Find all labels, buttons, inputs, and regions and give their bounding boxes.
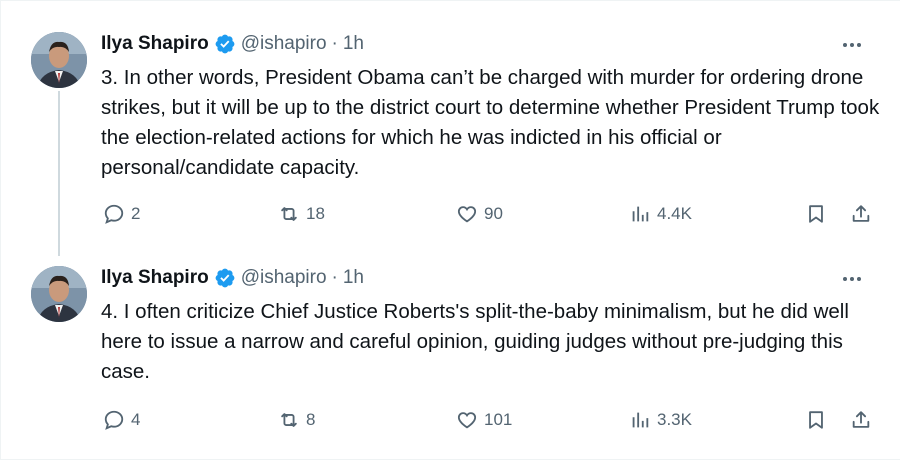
timestamp[interactable]: 1h bbox=[343, 267, 364, 289]
views-button[interactable]: 3.3K bbox=[629, 405, 692, 435]
separator-dot: · bbox=[331, 267, 338, 288]
action-bar: 2 18 90 4.4K bbox=[1, 199, 900, 229]
more-options-icon[interactable] bbox=[841, 268, 863, 290]
views-icon bbox=[632, 206, 649, 222]
bookmark-icon bbox=[809, 205, 823, 223]
like-button[interactable]: 90 bbox=[456, 199, 503, 229]
like-count: 90 bbox=[484, 204, 503, 223]
like-count: 101 bbox=[484, 410, 513, 429]
verified-badge-icon bbox=[214, 33, 236, 55]
avatar[interactable] bbox=[31, 32, 87, 88]
reply-count: 2 bbox=[131, 204, 141, 223]
reply-icon bbox=[104, 410, 124, 430]
tweet-text: 4. I often criticize Chief Justice Rober… bbox=[101, 300, 849, 383]
bookmark-icon bbox=[809, 411, 823, 429]
share-button[interactable] bbox=[850, 405, 872, 435]
repost-count: 8 bbox=[306, 410, 316, 429]
separator-dot: · bbox=[331, 33, 338, 54]
verified-badge-icon bbox=[214, 267, 236, 289]
author-handle[interactable]: @ishapiro bbox=[241, 33, 327, 55]
bookmark-button[interactable] bbox=[805, 405, 827, 435]
reply-button[interactable]: 2 bbox=[103, 199, 140, 229]
author-name[interactable]: Ilya Shapiro bbox=[101, 267, 209, 289]
tweet-header: Ilya Shapiro @ishapiro · 1h bbox=[101, 30, 364, 58]
views-button[interactable]: 4.4K bbox=[629, 199, 692, 229]
share-icon bbox=[852, 205, 870, 222]
author-handle[interactable]: @ishapiro bbox=[241, 267, 327, 289]
views-icon bbox=[632, 412, 649, 428]
reply-icon bbox=[104, 204, 124, 224]
tweet[interactable]: Ilya Shapiro @ishapiro · 1h 4. I often c… bbox=[1, 239, 900, 461]
tweet-header: Ilya Shapiro @ishapiro · 1h bbox=[101, 264, 364, 292]
share-icon bbox=[852, 411, 870, 428]
like-button[interactable]: 101 bbox=[456, 405, 512, 435]
author-name[interactable]: Ilya Shapiro bbox=[101, 33, 209, 55]
like-icon bbox=[457, 412, 477, 429]
tweet[interactable]: Ilya Shapiro @ishapiro · 1h 3. In other … bbox=[1, 1, 900, 239]
views-count: 3.3K bbox=[657, 410, 692, 429]
thread-container: Ilya Shapiro @ishapiro · 1h 3. In other … bbox=[0, 0, 900, 460]
repost-icon bbox=[281, 207, 297, 221]
reply-button[interactable]: 4 bbox=[103, 405, 140, 435]
repost-button[interactable]: 18 bbox=[278, 199, 325, 229]
more-options-icon[interactable] bbox=[841, 34, 863, 56]
tweet-text: 3. In other words, President Obama can’t… bbox=[101, 66, 880, 179]
like-icon bbox=[457, 206, 477, 223]
timestamp[interactable]: 1h bbox=[343, 33, 364, 55]
reply-count: 4 bbox=[131, 410, 141, 429]
repost-icon bbox=[281, 413, 297, 427]
avatar[interactable] bbox=[31, 266, 87, 322]
repost-button[interactable]: 8 bbox=[278, 405, 315, 435]
action-bar: 4 8 101 3.3K bbox=[1, 405, 900, 435]
bookmark-button[interactable] bbox=[805, 199, 827, 229]
repost-count: 18 bbox=[306, 204, 325, 223]
share-button[interactable] bbox=[850, 199, 872, 229]
views-count: 4.4K bbox=[657, 204, 692, 223]
